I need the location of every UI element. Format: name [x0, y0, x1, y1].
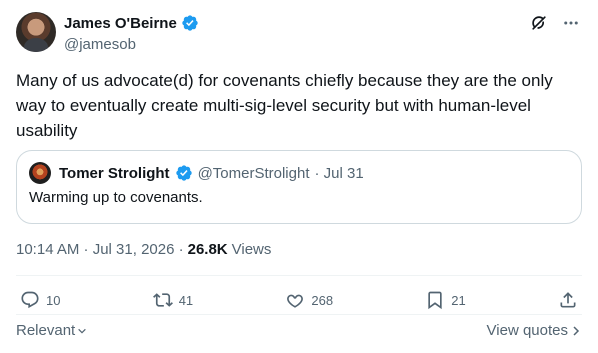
author-handle[interactable]: @jamesob	[64, 36, 199, 53]
quote-author-name: Tomer Strolight	[59, 164, 170, 182]
timestamp[interactable]: 10:14 AM · Jul 31, 2026 ·	[16, 241, 184, 258]
reply-count: 10	[46, 292, 61, 308]
author-name[interactable]: James O'Beirne	[64, 15, 177, 32]
share-icon	[560, 292, 576, 308]
quote-avatar[interactable]	[29, 162, 51, 184]
quote-author-handle: @TomerStrolight	[197, 164, 310, 182]
replies-footer: Relevant View quotes	[16, 322, 582, 339]
views-label: Views	[231, 241, 272, 258]
grok-icon[interactable]	[528, 12, 550, 34]
reply-icon	[21, 291, 39, 309]
tweet-text: Many of us advocate(d) for covenants chi…	[16, 71, 553, 140]
views-count: 26.8K	[187, 241, 228, 258]
repost-icon	[152, 293, 173, 307]
more-icon[interactable]	[560, 12, 582, 34]
bookmark-button[interactable]: 21	[425, 288, 466, 312]
verified-badge-icon	[175, 165, 192, 181]
tweet-meta: 10:14 AM · Jul 31, 2026 · 26.8K Views	[16, 241, 271, 258]
like-count: 268	[311, 292, 334, 308]
divider	[16, 314, 582, 315]
bookmark-icon	[428, 291, 442, 310]
view-quotes-label: View quotes	[486, 322, 568, 339]
like-button[interactable]: 268	[285, 288, 333, 312]
reply-button[interactable]: 10	[20, 288, 60, 312]
repost-count: 41	[178, 292, 194, 308]
action-bar: 10 41 268 21	[20, 288, 578, 312]
bookmark-count: 21	[451, 292, 466, 308]
repost-button[interactable]: 41	[152, 288, 194, 312]
chevron-right-icon	[573, 325, 580, 336]
like-icon	[287, 294, 304, 308]
quoted-tweet[interactable]: Tomer Strolight @TomerStrolight · Jul 31…	[16, 150, 582, 224]
chevron-down-icon	[78, 328, 86, 334]
quote-date: · Jul 31	[314, 164, 364, 182]
verified-badge-icon	[182, 15, 198, 31]
quote-text: Warming up to covenants.	[29, 189, 203, 206]
author-avatar[interactable]	[16, 12, 56, 52]
view-quotes-link[interactable]: View quotes	[487, 322, 582, 339]
author-block: James O'Beirne @jamesob	[64, 13, 199, 53]
top-actions	[528, 12, 582, 34]
sort-relevant-dropdown[interactable]: Relevant	[16, 322, 87, 339]
sort-label: Relevant	[16, 322, 76, 339]
divider	[16, 275, 582, 276]
share-button[interactable]	[558, 288, 578, 312]
